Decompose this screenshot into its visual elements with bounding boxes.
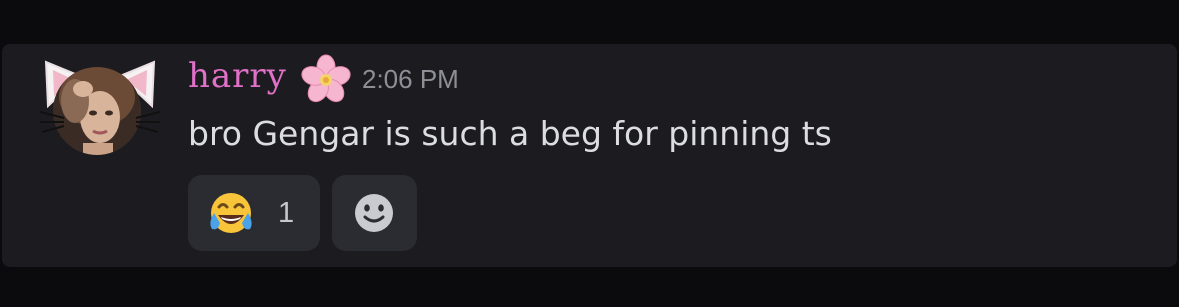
avatar[interactable] — [40, 54, 160, 164]
reaction-button[interactable]: 1 — [188, 175, 320, 251]
chat-message[interactable]: harry 2:06 PM bro Gengar is such a beg f… — [2, 44, 1177, 267]
add-reaction-smiley-icon — [355, 194, 393, 232]
cherry-blossom-icon — [301, 54, 351, 103]
reaction-count: 1 — [278, 197, 295, 229]
whiskers-decoration — [40, 111, 160, 133]
message-content: bro Gengar is such a beg for pinning ts — [188, 114, 832, 153]
message-timestamp: 2:06 PM — [362, 64, 459, 94]
author-name[interactable]: harry — [188, 54, 287, 98]
face-with-tears-of-joy-icon — [210, 193, 252, 233]
add-reaction-button[interactable] — [332, 175, 417, 251]
